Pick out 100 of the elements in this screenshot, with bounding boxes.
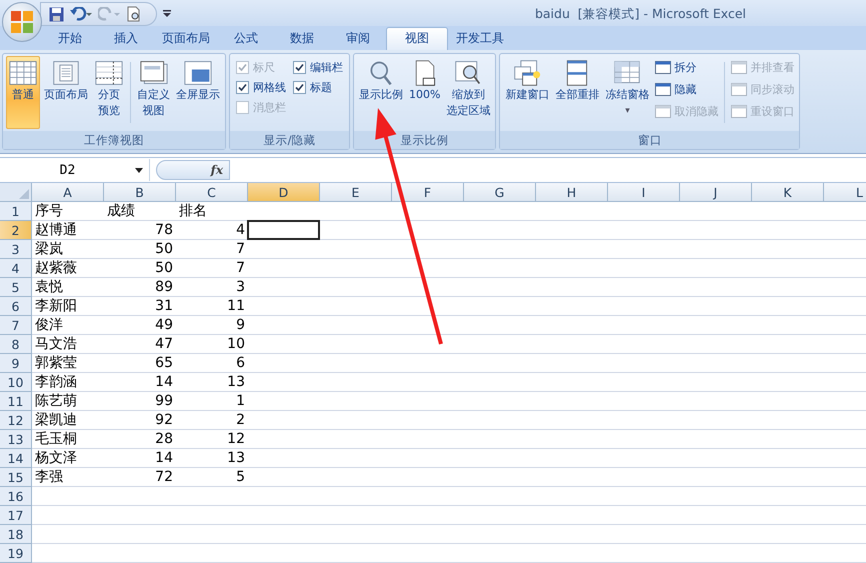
group-label: 工作簿视图 xyxy=(3,131,225,150)
table-cell-text: 28 xyxy=(154,430,174,449)
column-header[interactable]: F xyxy=(392,183,464,202)
column-header[interactable]: I xyxy=(608,183,680,202)
ribbon-button[interactable]: 缩放到 选定区域 xyxy=(444,56,492,130)
ribbon-button[interactable]: 自定义 视图 xyxy=(135,56,172,130)
table-cell-text: 2 xyxy=(235,411,246,430)
ribbon-tab[interactable]: 开发工具 xyxy=(456,28,504,50)
checkbox-option[interactable]: 标题 xyxy=(293,80,343,95)
table-cell-text: 10 xyxy=(226,335,246,354)
table-cell-text: 李韵涵 xyxy=(34,373,78,392)
name-box[interactable]: D2 xyxy=(0,159,150,182)
table-cell-text: 50 xyxy=(154,240,174,259)
ribbon-button[interactable]: 冻结窗格 ▾ xyxy=(603,56,652,130)
check-icon xyxy=(238,62,247,72)
ribbon-tab[interactable]: 公式 xyxy=(226,28,266,50)
ribbon-button[interactable]: 全屏显示 xyxy=(174,56,222,130)
column-header[interactable]: D xyxy=(248,183,320,202)
column-header[interactable]: L xyxy=(824,183,866,202)
row-header[interactable]: 12 xyxy=(0,411,32,430)
table-cell-text: 7 xyxy=(235,240,246,259)
new-window-icon xyxy=(512,58,542,87)
triangle-icon xyxy=(19,189,29,199)
page-break-icon xyxy=(94,58,124,87)
row-header[interactable]: 14 xyxy=(0,449,32,468)
row-header[interactable]: 11 xyxy=(0,392,32,411)
row-header[interactable]: 4 xyxy=(0,259,32,278)
table-cell-text: 47 xyxy=(154,335,174,354)
active-cell[interactable] xyxy=(247,220,320,240)
row-header[interactable]: 17 xyxy=(0,506,32,525)
window-option[interactable]: 拆分 xyxy=(655,60,718,75)
checkbox-option[interactable]: 网格线 xyxy=(236,80,286,95)
row-header[interactable]: 18 xyxy=(0,525,32,544)
table-cell-text: 11 xyxy=(226,297,246,316)
table-cell-text: 俊洋 xyxy=(34,316,64,335)
save-icon[interactable] xyxy=(49,6,64,22)
row-header[interactable]: 19 xyxy=(0,544,32,563)
column-header[interactable]: C xyxy=(176,183,248,202)
table-cell-text: 4 xyxy=(235,221,246,240)
ribbon-button[interactable]: 分页 预览 xyxy=(92,56,126,130)
column-header[interactable]: B xyxy=(104,183,176,202)
row-header[interactable]: 7 xyxy=(0,316,32,335)
column-header[interactable]: K xyxy=(752,183,824,202)
window-title: baidu [兼容模式] - Microsoft Excel xyxy=(534,6,746,22)
check-icon xyxy=(238,82,247,92)
table-cell-text: 陈艺萌 xyxy=(34,392,78,411)
table-cell-text: 梁凯迪 xyxy=(34,411,78,430)
column-header[interactable]: A xyxy=(32,183,104,202)
row-header[interactable]: 9 xyxy=(0,354,32,373)
row-header[interactable]: 13 xyxy=(0,430,32,449)
table-cell-text: 李强 xyxy=(34,468,64,487)
table-cell-text: 赵紫薇 xyxy=(34,259,78,278)
table-cell-text: 李新阳 xyxy=(34,297,78,316)
row-header[interactable]: 2 xyxy=(0,221,32,240)
table-cell-text: 毛玉桐 xyxy=(34,430,78,449)
insert-function-button[interactable]: fx xyxy=(156,160,230,180)
undo-icon[interactable] xyxy=(70,7,92,21)
ribbon-tab[interactable]: 开始 xyxy=(50,28,90,50)
dropdown-icon xyxy=(135,168,143,173)
row-header[interactable]: 5 xyxy=(0,278,32,297)
ribbon-button[interactable]: 100% xyxy=(407,56,442,130)
ribbon-button[interactable]: 页面布局 xyxy=(42,56,90,130)
window-option-icon xyxy=(655,60,672,74)
column-header[interactable]: G xyxy=(464,183,536,202)
ribbon-button[interactable]: 全部重排 xyxy=(553,56,602,130)
ribbon-button[interactable]: 显示比例 xyxy=(357,56,405,130)
row-header[interactable]: 8 xyxy=(0,335,32,354)
table-cell-text: 赵博通 xyxy=(34,221,78,240)
ribbon-button[interactable]: 普通 xyxy=(6,56,40,130)
ribbon-button[interactable]: 新建窗口 xyxy=(503,56,552,130)
ribbon-tab[interactable]: 数据 xyxy=(282,28,322,50)
row-header[interactable]: 3 xyxy=(0,240,32,259)
table-cell-text: 31 xyxy=(154,297,174,316)
row-header[interactable]: 10 xyxy=(0,373,32,392)
office-logo-icon xyxy=(10,10,34,34)
table-cell-text: 14 xyxy=(154,449,174,468)
customize-icon[interactable] xyxy=(163,10,171,18)
ribbon-tab[interactable]: 插入 xyxy=(106,28,146,50)
table-cell-text: 1 xyxy=(235,392,246,411)
table-cell-text: 序号 xyxy=(34,202,64,221)
table-cell-text: 13 xyxy=(226,449,246,468)
table-cell-text: 梁岚 xyxy=(34,240,64,259)
row-header[interactable]: 6 xyxy=(0,297,32,316)
table-cell-text: 郭紫莹 xyxy=(34,354,78,373)
window-option-icon xyxy=(655,82,672,96)
window-option[interactable]: 隐藏 xyxy=(655,82,718,97)
row-header[interactable]: 1 xyxy=(0,202,32,221)
ribbon-tab[interactable]: 审阅 xyxy=(338,28,378,50)
table-cell-text: 89 xyxy=(154,278,174,297)
ribbon-tab[interactable]: 页面布局 xyxy=(162,28,210,50)
grid-icon xyxy=(8,58,38,87)
ribbon-tab[interactable]: 视图 xyxy=(386,26,448,50)
row-header[interactable]: 16 xyxy=(0,487,32,506)
window-option-icon xyxy=(655,104,672,118)
print-preview-icon[interactable] xyxy=(126,6,142,22)
column-header[interactable]: H xyxy=(536,183,608,202)
row-header[interactable]: 15 xyxy=(0,468,32,487)
checkbox-option[interactable]: 编辑栏 xyxy=(293,60,343,75)
column-header[interactable]: E xyxy=(320,183,392,202)
column-header[interactable]: J xyxy=(680,183,752,202)
